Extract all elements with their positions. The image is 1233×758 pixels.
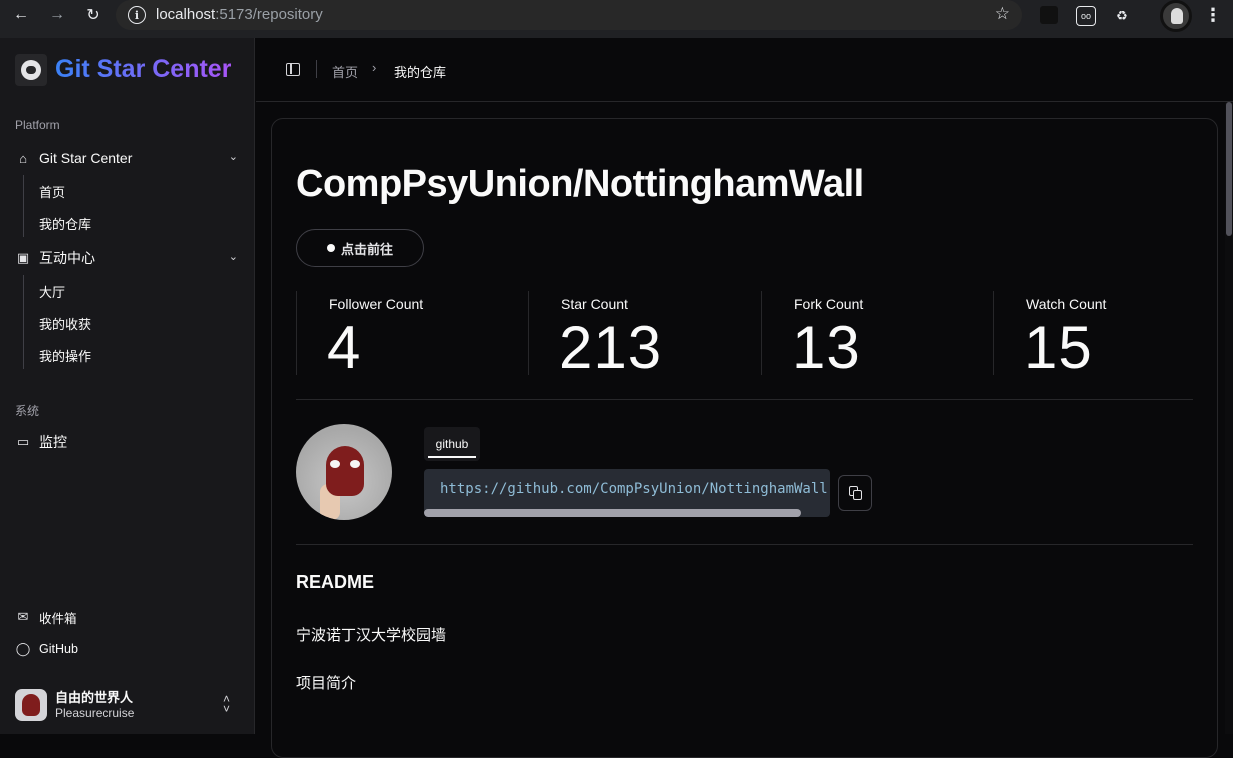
readme-line: 项目简介 <box>296 675 357 692</box>
site-info-icon[interactable]: i <box>128 6 146 24</box>
extensions-puzzle-icon[interactable]: ♻ <box>1112 6 1132 26</box>
monitor-icon: ▭ <box>16 434 30 449</box>
forward-arrow-icon[interactable]: → <box>46 4 68 26</box>
chevron-down-icon[interactable]: ⌄ <box>229 150 238 163</box>
copy-icon-front <box>853 490 862 500</box>
menu-interaction-center-label: 互动中心 <box>39 250 95 266</box>
github-label: GitHub <box>39 642 78 656</box>
url-host: localhost <box>156 6 216 23</box>
stat-watchers: Watch Count 15 <box>993 291 1193 381</box>
terminal-icon: ▣ <box>16 250 30 265</box>
user-avatar[interactable] <box>15 689 47 721</box>
sidebar-item-my-repos[interactable]: 我的仓库 <box>39 214 91 233</box>
repo-card <box>271 118 1218 758</box>
mail-icon: ✉ <box>17 609 29 624</box>
reload-icon[interactable]: ↻ <box>82 4 104 26</box>
home-icon: ⌂ <box>19 150 27 166</box>
sidebar: Git Star Center Platform ⌂ Git Star Cent… <box>0 38 255 734</box>
sidebar-item-github[interactable]: ◯ GitHub <box>15 639 78 659</box>
bookmark-star-icon[interactable]: ☆ <box>995 4 1010 24</box>
inbox-label: 收件箱 <box>39 611 77 626</box>
browser-menu-icon[interactable]: ⋮ <box>1204 5 1222 26</box>
sidebar-toggle-icon[interactable] <box>286 63 300 76</box>
chevrons-up-down-icon[interactable]: ˄ ˅ <box>223 693 230 715</box>
breadcrumb-home[interactable]: 首页 <box>332 62 358 81</box>
divider <box>296 544 1193 545</box>
extension-icon[interactable] <box>1040 6 1058 24</box>
readme-line: 宁波诺丁汉大学校园墙 <box>296 627 447 644</box>
sidebar-item-home[interactable]: 首页 <box>39 182 65 201</box>
platform-label: Platform <box>15 118 60 132</box>
app-brand[interactable]: Git Star Center <box>55 55 231 84</box>
sidebar-item-lobby[interactable]: 大厅 <box>39 282 65 301</box>
readme-heading: README <box>296 572 375 592</box>
stat-label: Star Count <box>561 296 628 312</box>
stat-forks: Fork Count 13 <box>761 291 993 381</box>
stat-followers: Follower Count 4 <box>296 291 528 381</box>
clone-url-box[interactable]: https://github.com/CompPsyUnion/Nottingh… <box>424 469 830 517</box>
repo-title: CompPsyUnion/NottinghamWall <box>296 163 864 205</box>
stat-label: Fork Count <box>794 296 864 312</box>
github-icon: ◯ <box>15 641 31 656</box>
stat-label: Follower Count <box>329 296 424 312</box>
sidebar-item-inbox[interactable]: ✉ 收件箱 <box>15 607 77 627</box>
extension-glasses-icon[interactable]: oo <box>1076 6 1096 26</box>
back-arrow-icon[interactable]: ← <box>10 4 32 26</box>
browser-toolbar: ← → ↻ i localhost:5173/repository ☆ oo ♻… <box>0 0 1233 38</box>
user-name[interactable]: 自由的世界人 <box>55 687 133 706</box>
clone-url[interactable]: https://github.com/CompPsyUnion/Nottingh… <box>440 481 830 497</box>
stat-value: 213 <box>559 314 663 381</box>
dot-icon <box>326 244 335 252</box>
tab-github[interactable]: github <box>424 427 480 461</box>
menu-git-star-center[interactable]: ⌂ Git Star Center ⌄ <box>15 146 240 170</box>
sidebar-item-monitor[interactable]: ▭ 监控 <box>15 430 240 454</box>
sidebar-item-monitor-label: 监控 <box>39 434 67 450</box>
visit-button-label: 点击前往 <box>340 241 393 257</box>
stat-label: Watch Count <box>1026 296 1107 312</box>
repo-owner-avatar <box>296 424 392 520</box>
github-logo-icon <box>15 54 47 86</box>
divider <box>316 60 317 78</box>
sidebar-item-my-gains[interactable]: 我的收获 <box>39 314 91 333</box>
horizontal-scrollbar[interactable] <box>424 509 801 517</box>
menu-git-star-center-label: Git Star Center <box>39 150 133 166</box>
stat-stars: Star Count 213 <box>528 291 760 381</box>
address-bar[interactable]: i localhost:5173/repository ☆ <box>116 0 1022 30</box>
chevron-down-icon[interactable]: ⌄ <box>229 250 238 263</box>
submenu-line <box>23 175 24 237</box>
stat-value: 4 <box>327 314 362 381</box>
top-bar: 首页 › 我的仓库 <box>256 38 1233 102</box>
url-path: :5173/repository <box>215 6 323 23</box>
stat-value: 15 <box>1024 314 1093 381</box>
stat-value: 13 <box>792 314 861 381</box>
url-text[interactable]: localhost:5173/repository <box>156 6 323 23</box>
user-handle[interactable]: Pleasurecruise <box>55 706 134 720</box>
submenu-line <box>23 275 24 369</box>
system-label: 系统 <box>15 404 40 418</box>
browser-profile-avatar[interactable] <box>1160 0 1192 32</box>
chevron-right-icon: › <box>372 60 377 75</box>
breadcrumb-current: 我的仓库 <box>394 65 447 80</box>
sidebar-item-my-actions[interactable]: 我的操作 <box>39 346 91 365</box>
menu-interaction-center[interactable]: ▣ 互动中心 ⌄ <box>15 246 240 270</box>
copy-button[interactable] <box>838 475 872 511</box>
scroll-thumb[interactable] <box>1226 102 1232 236</box>
visit-button[interactable]: 点击前往 <box>296 229 424 267</box>
divider <box>296 399 1193 400</box>
